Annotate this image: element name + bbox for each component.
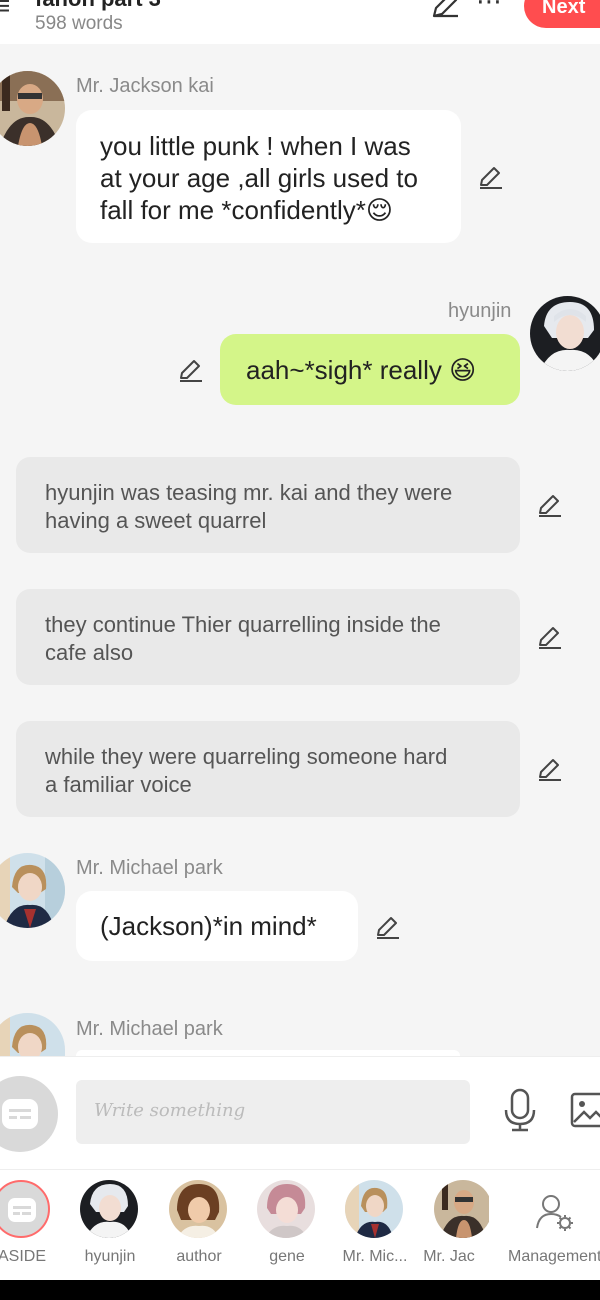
narration-block[interactable]: while they were quarreling someone hard … [16,721,520,817]
edit-icon[interactable] [536,623,564,651]
narration-line: they continue Thier quarrelling inside t… [45,612,441,637]
narration-line: having a sweet quarrel [45,508,267,533]
sender-name: Mr. Michael park [76,857,223,879]
avatar-hyunjin[interactable] [530,296,600,371]
avatar [345,1180,403,1238]
message-line: at your age ,all girls used to [100,163,418,193]
edit-icon[interactable] [374,913,402,941]
character-gene[interactable]: gene [243,1180,331,1270]
character-label: Mr. Jac [423,1248,475,1265]
character-label: Management [508,1248,600,1265]
sender-name: Mr. Jackson kai [76,75,214,97]
avatar [434,1180,489,1238]
aside-icon [2,1099,38,1129]
edit-icon[interactable] [536,491,564,519]
character-aside[interactable]: ASIDE [0,1180,66,1270]
narration-block[interactable]: hyunjin was teasing mr. kai and they wer… [16,457,520,553]
message-bubble[interactable]: you little punk ! when I was at your age… [76,110,461,243]
input-placeholder: Write something [94,1100,246,1121]
aside-toggle-button[interactable] [0,1076,58,1152]
avatar [80,1180,138,1238]
edit-icon[interactable] [536,755,564,783]
sender-name: hyunjin [448,300,512,322]
avatar-michael-park[interactable] [0,853,65,928]
edit-icon[interactable] [177,356,205,384]
message-line: fall for me *confidently*😌 [100,195,394,225]
image-icon[interactable] [570,1092,600,1130]
narration-line: cafe also [45,640,134,665]
message-line: you little punk ! when I was [100,131,411,161]
sender-name: Mr. Michael park [76,1018,223,1040]
avatar [257,1180,315,1238]
message-bubble[interactable]: (Jackson)*in mind* [76,891,358,961]
aside-icon [0,1180,50,1238]
avatar [169,1180,227,1238]
character-mr-michael[interactable]: Mr. Mic... [331,1180,419,1270]
back-icon[interactable]: ≡ [0,0,10,22]
more-icon[interactable]: ⋯ [476,0,503,17]
avatar-jackson-kai[interactable] [0,71,65,146]
narration-line: hyunjin was teasing mr. kai and they wer… [45,480,453,505]
character-label: author [176,1248,222,1265]
message-input[interactable]: Write something [76,1080,470,1144]
edit-icon[interactable] [477,163,505,191]
mic-icon[interactable] [502,1088,538,1134]
pen-icon[interactable] [430,0,460,25]
character-label: hyunjin [84,1248,136,1265]
avatar-michael-park[interactable] [0,1013,65,1056]
management-button[interactable]: Management [508,1180,600,1270]
next-button[interactable]: Next [524,0,600,28]
character-mr-jackson[interactable]: Mr. Jac [409,1180,489,1270]
character-label: Mr. Mic... [342,1248,408,1265]
character-hyunjin[interactable]: hyunjin [66,1180,154,1270]
character-label: gene [269,1248,305,1265]
management-icon [536,1195,573,1231]
system-nav-bar [0,1280,600,1300]
narration-line: a familiar voice [45,772,192,797]
narration-line: while they were quarreling someone hard [45,744,448,769]
story-title: fanon part 3 [35,0,161,12]
word-count: 598 words [35,13,123,34]
narration-block[interactable]: they continue Thier quarrelling inside t… [16,589,520,685]
character-label: ASIDE [0,1248,46,1265]
character-author[interactable]: author [155,1180,243,1270]
top-bar: ≡ fanon part 3 598 words ⋯ Next [0,0,600,44]
user-message-bubble[interactable]: aah~*sigh* really 😆 [220,334,520,405]
